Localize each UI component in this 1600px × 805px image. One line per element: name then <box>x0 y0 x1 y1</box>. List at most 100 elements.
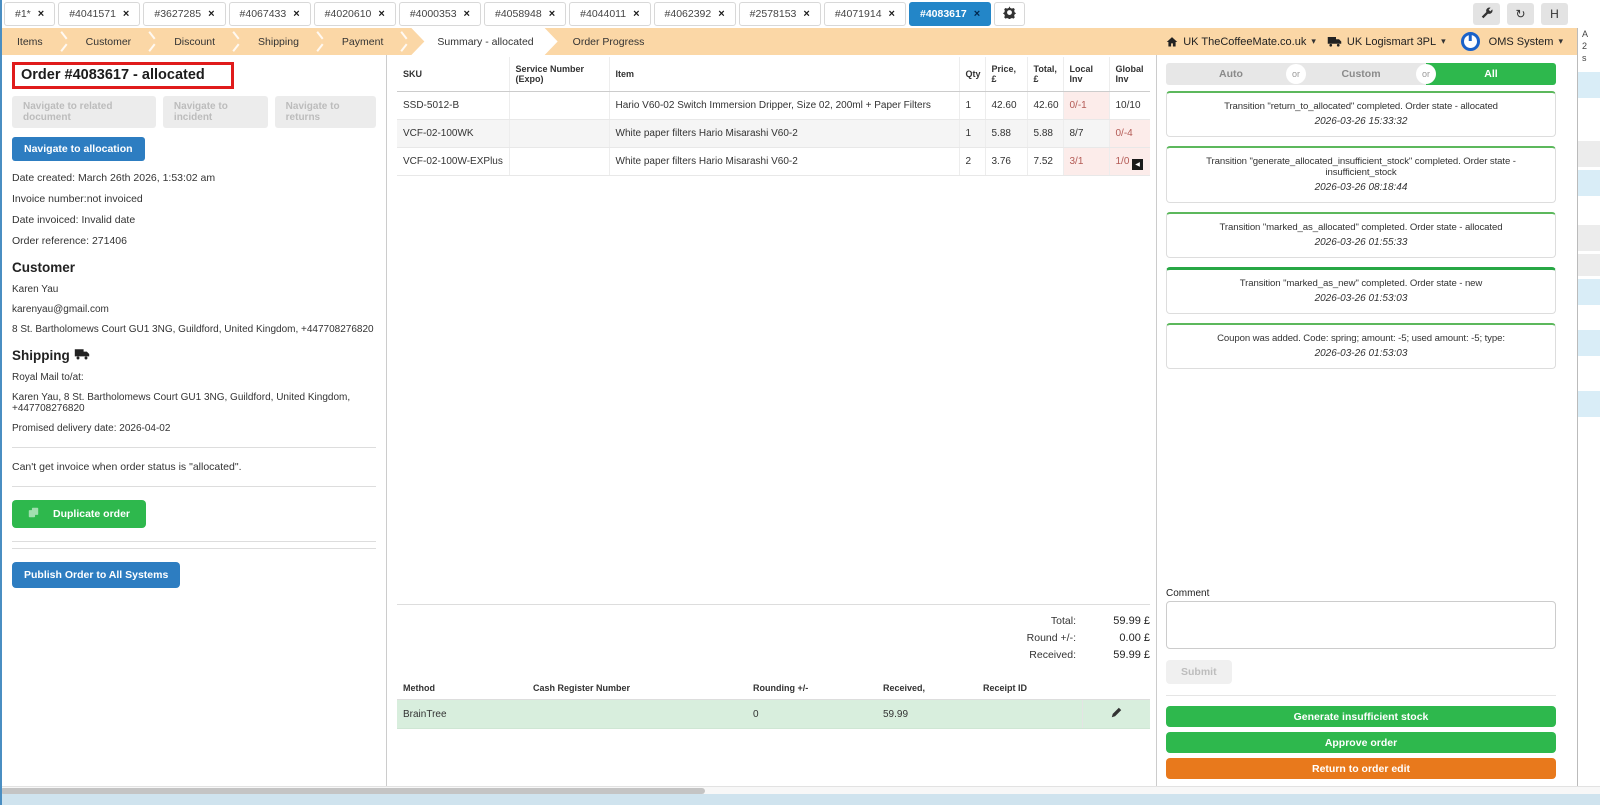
close-icon[interactable]: × <box>718 8 724 20</box>
shipping-carrier: Royal Mail to/at: <box>12 372 84 383</box>
duplicate-order-button[interactable]: Duplicate order <box>12 500 147 528</box>
history-button[interactable]: H <box>1541 3 1568 25</box>
close-icon[interactable]: × <box>293 8 299 20</box>
close-icon[interactable]: × <box>38 8 44 20</box>
col-local-inv: Local Inv <box>1063 57 1110 92</box>
received-label: Received: <box>1029 649 1076 661</box>
order-summary-panel: Order #4083617 - allocated Navigate to r… <box>2 55 387 788</box>
edit-payment-button[interactable] <box>1081 699 1150 729</box>
close-icon[interactable]: × <box>208 8 214 20</box>
chevron-down-icon: ▾ <box>1441 36 1446 46</box>
customer-details: Karen Yau karenyau@gmail.com 8 St. Barth… <box>12 284 376 335</box>
received-value: 59.99 £ <box>1113 649 1150 661</box>
approve-order-button[interactable]: Approve order <box>1166 732 1556 753</box>
global-inv-alert: 0/-4 <box>1109 119 1150 148</box>
tab-order[interactable]: #1* × <box>4 2 56 26</box>
filter-all-active[interactable]: All <box>1426 63 1556 85</box>
tab-order[interactable]: #4000353 × <box>398 2 481 26</box>
store-selector[interactable]: UK TheCoffeeMate.co.uk <box>1183 36 1306 48</box>
navbar-right-group: UK TheCoffeeMate.co.uk ▾ UK Logismart 3P… <box>1166 28 1577 55</box>
close-icon[interactable]: × <box>889 8 895 20</box>
return-to-order-edit-button[interactable]: Return to order edit <box>1166 758 1556 779</box>
step-summary-active[interactable]: Summary - allocated <box>411 28 557 55</box>
tab-order[interactable]: #4041571 × <box>58 2 141 26</box>
navigate-related-document-button: Navigate to related document <box>12 96 156 128</box>
chevron-right-icon <box>231 28 242 55</box>
filter-auto[interactable]: Auto <box>1166 63 1296 85</box>
tab-order[interactable]: #4044011 × <box>569 2 651 26</box>
order-items-panel: SKU Service Number (Expo) Item Qty Price… <box>387 55 1157 788</box>
date-created: Date created: March 26th 2026, 1:53:02 a… <box>12 172 216 184</box>
col-method: Method <box>397 677 527 700</box>
payment-method: BrainTree <box>397 699 527 729</box>
total-label: Total: <box>1050 615 1076 627</box>
cutoff-side-panel: A 2 s <box>1577 28 1600 788</box>
history-events-list: Transition "return_to_allocated" complet… <box>1166 91 1556 369</box>
wrench-icon <box>1481 7 1493 22</box>
round-label: Round +/-: <box>1026 632 1076 644</box>
publish-order-button[interactable]: Publish Order to All Systems <box>12 562 181 588</box>
history-event-card: Transition "generate_allocated_insuffici… <box>1166 146 1556 203</box>
comment-input[interactable] <box>1166 601 1556 649</box>
order-meta: Date created: March 26th 2026, 1:53:02 a… <box>12 172 376 247</box>
step-discount[interactable]: Discount <box>159 28 230 55</box>
warehouse-selector[interactable]: UK Logismart 3PL <box>1347 36 1436 48</box>
customer-email: karenyau@gmail.com <box>12 304 109 315</box>
horizontal-scrollbar[interactable] <box>0 786 1600 794</box>
step-shipping[interactable]: Shipping <box>243 28 314 55</box>
customer-heading: Customer <box>12 260 76 275</box>
col-received: Received, <box>877 677 977 700</box>
table-row[interactable]: VCF-02-100W-EXPlus White paper filters H… <box>397 147 1150 176</box>
tab-order[interactable]: #2578153 × <box>738 2 821 26</box>
step-customer[interactable]: Customer <box>71 28 147 55</box>
system-menu[interactable]: OMS System <box>1489 36 1554 48</box>
payment-header-row: Method Cash Register Number Rounding +/-… <box>397 677 1150 700</box>
chevron-right-icon <box>147 28 158 55</box>
tab-order-active[interactable]: #4083617 × <box>908 2 992 26</box>
tab-order[interactable]: #4020610 × <box>313 2 396 26</box>
close-icon[interactable]: × <box>549 8 555 20</box>
window-bottom-edge <box>0 794 1600 805</box>
step-items[interactable]: Items <box>2 28 58 55</box>
table-row[interactable]: SSD-5012-B Hario V60-02 Switch Immersion… <box>397 91 1150 120</box>
tab-order[interactable]: #4058948 × <box>483 2 567 26</box>
step-order-progress[interactable]: Order Progress <box>558 28 660 55</box>
filter-custom[interactable]: Custom <box>1296 63 1426 85</box>
col-item: Item <box>609 57 960 92</box>
date-invoiced: Date invoiced: Invalid date <box>12 214 136 226</box>
chevron-down-icon: ▾ <box>1558 36 1563 46</box>
local-inv-alert: 0/-1 <box>1063 91 1110 120</box>
close-icon[interactable]: × <box>803 8 809 20</box>
or-separator: or <box>1416 64 1436 84</box>
chevron-right-icon <box>315 28 326 55</box>
divider <box>1166 695 1556 696</box>
close-icon[interactable]: × <box>464 8 470 20</box>
divider <box>12 486 376 487</box>
tab-order[interactable]: #4071914 × <box>823 2 906 26</box>
history-event-card: Coupon was added. Code: spring; amount: … <box>1166 323 1556 369</box>
tab-order[interactable]: #4062392 × <box>653 2 736 26</box>
customer-name: Karen Yau <box>12 284 59 295</box>
tab-order[interactable]: #4067433 × <box>228 2 311 26</box>
invoice-number: Invoice number:not invoiced <box>12 193 143 205</box>
chevron-down-icon: ▾ <box>1311 36 1316 46</box>
close-icon[interactable]: × <box>378 8 384 20</box>
close-icon[interactable]: × <box>123 8 129 20</box>
tab-order[interactable]: #3627285 × <box>143 2 226 26</box>
col-price: Price, £ <box>985 57 1028 92</box>
refresh-button[interactable]: ↻ <box>1507 3 1534 25</box>
chevron-right-icon <box>59 28 70 55</box>
wrench-button[interactable] <box>1473 3 1500 25</box>
navigate-allocation-button[interactable]: Navigate to allocation <box>12 137 145 161</box>
generate-insufficient-stock-button[interactable]: Generate insufficient stock <box>1166 706 1556 727</box>
collapse-panel-button[interactable]: ◀ <box>1132 159 1143 170</box>
order-steps-navbar: Items Customer Discount Shipping Payment… <box>2 28 1577 55</box>
promised-delivery-date: Promised delivery date: 2026-04-02 <box>12 423 171 434</box>
tab-settings[interactable] <box>994 2 1026 26</box>
close-icon[interactable]: × <box>633 8 639 20</box>
table-row[interactable]: VCF-02-100WK White paper filters Hario M… <box>397 119 1150 148</box>
step-payment[interactable]: Payment <box>327 28 398 55</box>
col-total: Total, £ <box>1027 57 1064 92</box>
close-icon[interactable]: × <box>974 8 980 20</box>
col-receipt-id: Receipt ID <box>977 677 1082 700</box>
